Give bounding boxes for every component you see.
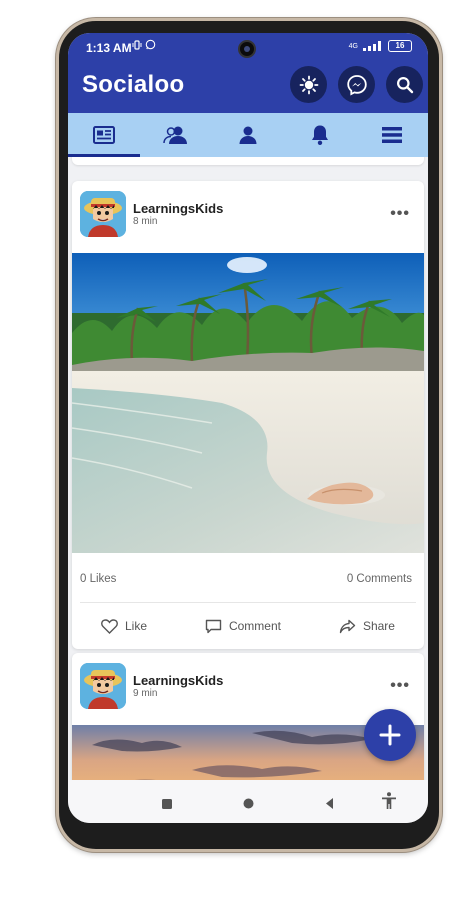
- avatar[interactable]: [80, 663, 126, 709]
- like-label: Like: [124, 619, 147, 633]
- back-button[interactable]: [326, 796, 334, 814]
- system-nav-bar: [68, 780, 428, 823]
- tab-profile[interactable]: [212, 113, 284, 157]
- comment-button[interactable]: Comment: [205, 619, 281, 634]
- search-button[interactable]: [386, 66, 423, 103]
- recents-icon: [162, 799, 172, 809]
- signal-icon: [363, 41, 383, 51]
- post-actions: Like Comment Share: [72, 603, 424, 649]
- notification-icons: [132, 39, 156, 53]
- brightness-button[interactable]: [290, 66, 327, 103]
- friends-icon: [163, 126, 187, 144]
- brightness-icon: [299, 75, 318, 94]
- comment-label: Comment: [228, 619, 281, 633]
- like-button[interactable]: Like: [101, 618, 147, 634]
- whatsapp-icon: [145, 39, 156, 50]
- news-feed-icon: [93, 126, 115, 144]
- app-bar: Socialoo: [68, 61, 428, 113]
- previous-card-edge: [72, 157, 424, 165]
- home-icon: [243, 798, 254, 809]
- profile-icon: [239, 126, 257, 144]
- menu-icon: [382, 127, 402, 143]
- vibrate-icon: [132, 40, 142, 50]
- post-header: LearningsKids 9 min •••: [72, 653, 424, 725]
- accessibility-button[interactable]: [381, 792, 397, 815]
- network-type: 4G: [348, 42, 358, 50]
- comments-count[interactable]: 0 Comments: [347, 573, 412, 585]
- share-icon: [339, 619, 356, 633]
- post-stats: 0 Likes 0 Comments: [80, 553, 416, 603]
- battery-icon: 16: [388, 40, 412, 52]
- post-image[interactable]: [72, 253, 424, 553]
- avatar-image: [80, 191, 126, 237]
- recents-button[interactable]: [162, 796, 172, 814]
- back-icon: [326, 798, 333, 809]
- tab-menu[interactable]: [356, 113, 428, 157]
- accessibility-icon: [382, 792, 396, 809]
- post-header: LearningsKids 8 min •••: [72, 181, 424, 253]
- app-title: Socialoo: [82, 71, 185, 98]
- create-post-button[interactable]: [364, 709, 416, 761]
- plus-icon: [379, 724, 401, 746]
- tab-notifications[interactable]: [284, 113, 356, 157]
- front-camera: [238, 40, 256, 58]
- post-card: LearningsKids 8 min ••• 0 Likes 0 Commen…: [72, 181, 424, 649]
- tab-news-feed[interactable]: [68, 113, 140, 157]
- post-time: 9 min: [133, 688, 158, 699]
- news-feed[interactable]: LearningsKids 8 min ••• 0 Likes 0 Commen…: [68, 157, 428, 780]
- status-right: 4G 16: [349, 40, 412, 52]
- post-author[interactable]: LearningsKids: [133, 201, 223, 216]
- status-bar: 1:13 AM 4G 16: [68, 33, 428, 61]
- post-time: 8 min: [133, 216, 158, 227]
- bell-icon: [312, 125, 328, 145]
- messenger-icon: [346, 74, 367, 95]
- home-button[interactable]: [243, 796, 254, 814]
- status-time: 1:13 AM: [86, 41, 132, 55]
- more-options-icon[interactable]: •••: [390, 677, 410, 695]
- comment-icon: [205, 619, 222, 633]
- more-options-icon[interactable]: •••: [390, 205, 410, 223]
- tab-friends[interactable]: [140, 113, 212, 157]
- likes-count[interactable]: 0 Likes: [80, 573, 116, 585]
- share-button[interactable]: Share: [339, 619, 395, 634]
- share-label: Share: [362, 619, 395, 633]
- heart-icon: [101, 618, 118, 634]
- avatar-image: [80, 663, 126, 709]
- messenger-button[interactable]: [338, 66, 375, 103]
- post-author[interactable]: LearningsKids: [133, 673, 223, 688]
- avatar[interactable]: [80, 191, 126, 237]
- tab-bar: [68, 113, 428, 157]
- phone-screen: 1:13 AM 4G 16 Socialoo LearningsKids 8 m…: [68, 33, 428, 823]
- search-icon: [396, 76, 413, 93]
